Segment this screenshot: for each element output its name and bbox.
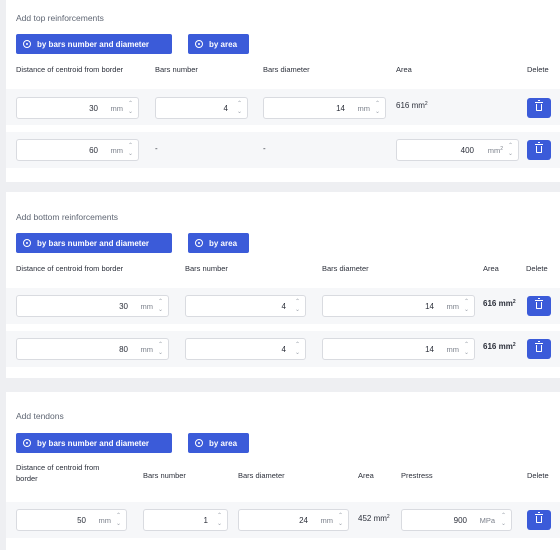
target-icon	[195, 239, 203, 247]
target-icon	[23, 439, 31, 447]
bars-number-input[interactable]: 4 ⌃ ⌄	[185, 338, 306, 360]
header-delete: Delete	[526, 264, 548, 273]
bars-diameter-input[interactable]: 14 mm ⌃ ⌄	[322, 338, 475, 360]
bars-diameter-input[interactable]: 14 mm ⌃ ⌄	[322, 295, 475, 317]
bottom-by-bars-label: by bars number and diameter	[37, 238, 150, 248]
distance-input[interactable]: 80 mm ⌃ ⌄	[16, 338, 169, 360]
trash-icon	[535, 512, 543, 523]
tendons-by-area-button[interactable]: by area	[188, 433, 249, 453]
header-bars-number: Bars number	[155, 65, 198, 74]
header-prestress: Prestress	[401, 471, 433, 480]
tendons-row-1: 50 mm ⌃ ⌄ 1 ⌃ ⌄ 24 mm ⌃ ⌄ 452 mm2 900 MPa ⌃…	[6, 502, 560, 538]
stepper-icon[interactable]: ⌃ ⌄	[126, 100, 135, 116]
bottom-row-1: 30 mm ⌃ ⌄ 4 ⌃ ⌄ 14 mm ⌃ ⌄ 616 mm2	[6, 288, 560, 324]
trash-icon	[535, 100, 543, 111]
tendons-title: Add tendons	[16, 411, 64, 421]
prestress-input[interactable]: 900 MPa ⌃ ⌄	[401, 509, 512, 531]
bottom-by-area-button[interactable]: by area	[188, 233, 249, 253]
distance-input[interactable]: 30 mm ⌃ ⌄	[16, 295, 169, 317]
delete-button[interactable]	[527, 296, 551, 316]
header-area: Area	[483, 264, 499, 273]
stepper-icon[interactable]: ⌃ ⌄	[215, 512, 224, 528]
stepper-icon[interactable]: ⌃ ⌄	[293, 341, 302, 357]
bars-diameter-input[interactable]: 24 mm ⌃ ⌄	[238, 509, 349, 531]
delete-button[interactable]	[527, 510, 551, 530]
header-delete: Delete	[527, 471, 549, 480]
bottom-by-area-label: by area	[209, 238, 238, 248]
header-bars-diameter: Bars diameter	[238, 471, 285, 480]
target-icon	[23, 239, 31, 247]
tendons-panel: Add tendons by bars number and diameter …	[6, 392, 560, 550]
target-icon	[195, 439, 203, 447]
bottom-reinforcements-panel: Add bottom reinforcements by bars number…	[6, 192, 560, 378]
bars-number-input[interactable]: 4 ⌃ ⌄	[155, 97, 248, 119]
distance-input[interactable]: 60 mm ⌃ ⌄	[16, 139, 139, 161]
stepper-icon[interactable]: ⌃ ⌄	[126, 142, 135, 158]
header-area: Area	[358, 471, 374, 480]
area-value: 616 mm2	[483, 299, 516, 308]
bottom-by-bars-button[interactable]: by bars number and diameter	[16, 233, 172, 253]
top-by-area-label: by area	[209, 39, 238, 49]
tendons-by-bars-label: by bars number and diameter	[37, 438, 150, 448]
delete-button[interactable]	[527, 98, 551, 118]
stepper-icon[interactable]: ⌃ ⌄	[156, 341, 165, 357]
bars-diameter-empty: -	[263, 144, 266, 153]
bars-number-input[interactable]: 4 ⌃ ⌄	[185, 295, 306, 317]
header-distance: Distance of centroid from border	[16, 463, 100, 483]
stepper-icon[interactable]: ⌃ ⌄	[462, 298, 471, 314]
stepper-icon[interactable]: ⌃ ⌄	[506, 142, 515, 158]
trash-icon	[535, 298, 543, 309]
stepper-icon[interactable]: ⌃ ⌄	[293, 298, 302, 314]
area-value: 616 mm2	[396, 101, 428, 110]
tendons-by-bars-button[interactable]: by bars number and diameter	[16, 433, 172, 453]
bars-number-empty: -	[155, 144, 158, 153]
trash-icon	[535, 142, 543, 153]
delete-button[interactable]	[527, 339, 551, 359]
trash-icon	[535, 341, 543, 352]
target-icon	[23, 40, 31, 48]
stepper-icon[interactable]: ⌃ ⌄	[114, 512, 123, 528]
stepper-icon[interactable]: ⌃ ⌄	[462, 341, 471, 357]
area-input[interactable]: 400 mm2 ⌃ ⌄	[396, 139, 519, 161]
header-bars-number: Bars number	[143, 471, 186, 480]
stepper-icon[interactable]: ⌃ ⌄	[499, 512, 508, 528]
header-bars-diameter: Bars diameter	[322, 264, 369, 273]
bottom-row-2: 80 mm ⌃ ⌄ 4 ⌃ ⌄ 14 mm ⌃ ⌄ 616 mm2	[6, 331, 560, 367]
header-distance: Distance of centroid from border	[16, 65, 124, 74]
top-by-bars-button[interactable]: by bars number and diameter	[16, 34, 172, 54]
top-reinforcements-title: Add top reinforcements	[16, 13, 104, 23]
header-area: Area	[396, 65, 412, 74]
bars-number-input[interactable]: 1 ⌃ ⌄	[143, 509, 228, 531]
header-delete: Delete	[527, 65, 549, 74]
header-bars-number: Bars number	[185, 264, 228, 273]
tendons-by-area-label: by area	[209, 438, 238, 448]
header-distance: Distance of centroid from border	[16, 264, 124, 273]
header-bars-diameter: Bars diameter	[263, 65, 310, 74]
target-icon	[195, 40, 203, 48]
top-by-area-button[interactable]: by area	[188, 34, 249, 54]
distance-input[interactable]: 30 mm ⌃ ⌄	[16, 97, 139, 119]
stepper-icon[interactable]: ⌃ ⌄	[156, 298, 165, 314]
stepper-icon[interactable]: ⌃ ⌄	[336, 512, 345, 528]
delete-button[interactable]	[527, 140, 551, 160]
bars-diameter-input[interactable]: 14 mm ⌃ ⌄	[263, 97, 386, 119]
top-row-1: 30 mm ⌃ ⌄ 4 ⌃ ⌄ 14 mm ⌃ ⌄ 616 mm2	[6, 89, 560, 125]
area-value: 616 mm2	[483, 342, 516, 351]
area-value: 452 mm2	[358, 514, 390, 523]
top-row-2: 60 mm ⌃ ⌄ - - 400 mm2 ⌃ ⌄	[6, 132, 560, 168]
top-by-bars-label: by bars number and diameter	[37, 39, 150, 49]
bottom-reinforcements-title: Add bottom reinforcements	[16, 212, 119, 222]
stepper-icon[interactable]: ⌃ ⌄	[235, 100, 244, 116]
stepper-icon[interactable]: ⌃ ⌄	[373, 100, 382, 116]
top-reinforcements-panel: Add top reinforcements by bars number an…	[6, 0, 560, 182]
distance-input[interactable]: 50 mm ⌃ ⌄	[16, 509, 127, 531]
